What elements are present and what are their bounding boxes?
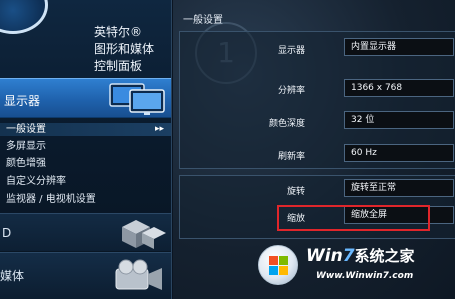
watermark-url: Www.Winwin7.com [316,271,414,281]
nav-3d-label: D [2,226,12,240]
scaling-highlight-box [277,205,430,231]
rotation-label: 旋转 [286,187,305,197]
double-chevron-right-icon: ▸▸ [154,124,164,134]
nav-media-category[interactable]: 媒体 [0,252,171,299]
color-depth-select[interactable]: 32 位 [344,111,454,129]
cube-icon [122,220,166,249]
site-watermark: Win7系统之家 Www.Winwin7.com [254,239,454,297]
video-camera-icon [115,259,162,290]
nav-media-label: 媒体 [0,269,25,283]
nav-sub-custom-resolution[interactable]: 自定义分辨率 [6,175,66,188]
logo-text: intel [0,0,26,3]
intel-logo: intel [0,0,48,34]
resolution-select[interactable]: 1366 x 768 [344,79,454,97]
watermark-brand-c: 系统之家 [354,247,415,265]
monitor-icon [109,83,165,115]
nav-sub-custom-resolution-label: 自定义分辨率 [6,176,66,187]
windows-logo-icon [258,245,298,285]
app-title-line1: 英特尔® [94,25,143,39]
nav-display-category[interactable]: 显示器 [0,78,171,118]
app-title-line2: 图形和媒体 [94,42,155,56]
color-depth-label: 颜色深度 [268,119,305,129]
display-select[interactable]: 内置显示器 [344,38,454,56]
display-label: 显示器 [277,46,305,56]
left-nav-panel: intel 英特尔® 图形和媒体 控制面板 显示器 一般设置 ▸▸ 多屏显示 颜… [0,0,172,299]
app-title-line3: 控制面板 [94,59,143,73]
app-title: 英特尔® 图形和媒体 控制面板 [94,24,171,75]
nav-sub-monitor-tv[interactable]: 监视器 / 电视机设置 [6,193,96,206]
nav-sub-multi-display-label: 多屏显示 [6,141,46,152]
nav-sub-multi-display[interactable]: 多屏显示 [6,140,46,153]
watermark-brand-a: Win [306,246,343,266]
refresh-rate-select[interactable]: 60 Hz [344,144,454,162]
nav-sub-color-enhance[interactable]: 颜色增强 [6,157,46,170]
refresh-rate-label: 刷新率 [277,152,305,162]
watermark-brand: Win7系统之家 [306,245,415,266]
nav-sub-color-enhance-label: 颜色增强 [6,158,46,169]
resolution-label: 分辨率 [277,86,305,96]
nav-sub-general-settings[interactable]: 一般设置 ▸▸ [0,123,171,136]
nav-3d-category[interactable]: D [0,213,171,251]
nav-sub-general-settings-label: 一般设置 [6,124,46,135]
watermark-brand-b: 7 [342,246,355,266]
nav-sub-monitor-tv-label: 监视器 / 电视机设置 [6,194,96,205]
rotation-select[interactable]: 旋转至正常 [344,179,454,197]
nav-display-label: 显示器 [4,94,41,108]
